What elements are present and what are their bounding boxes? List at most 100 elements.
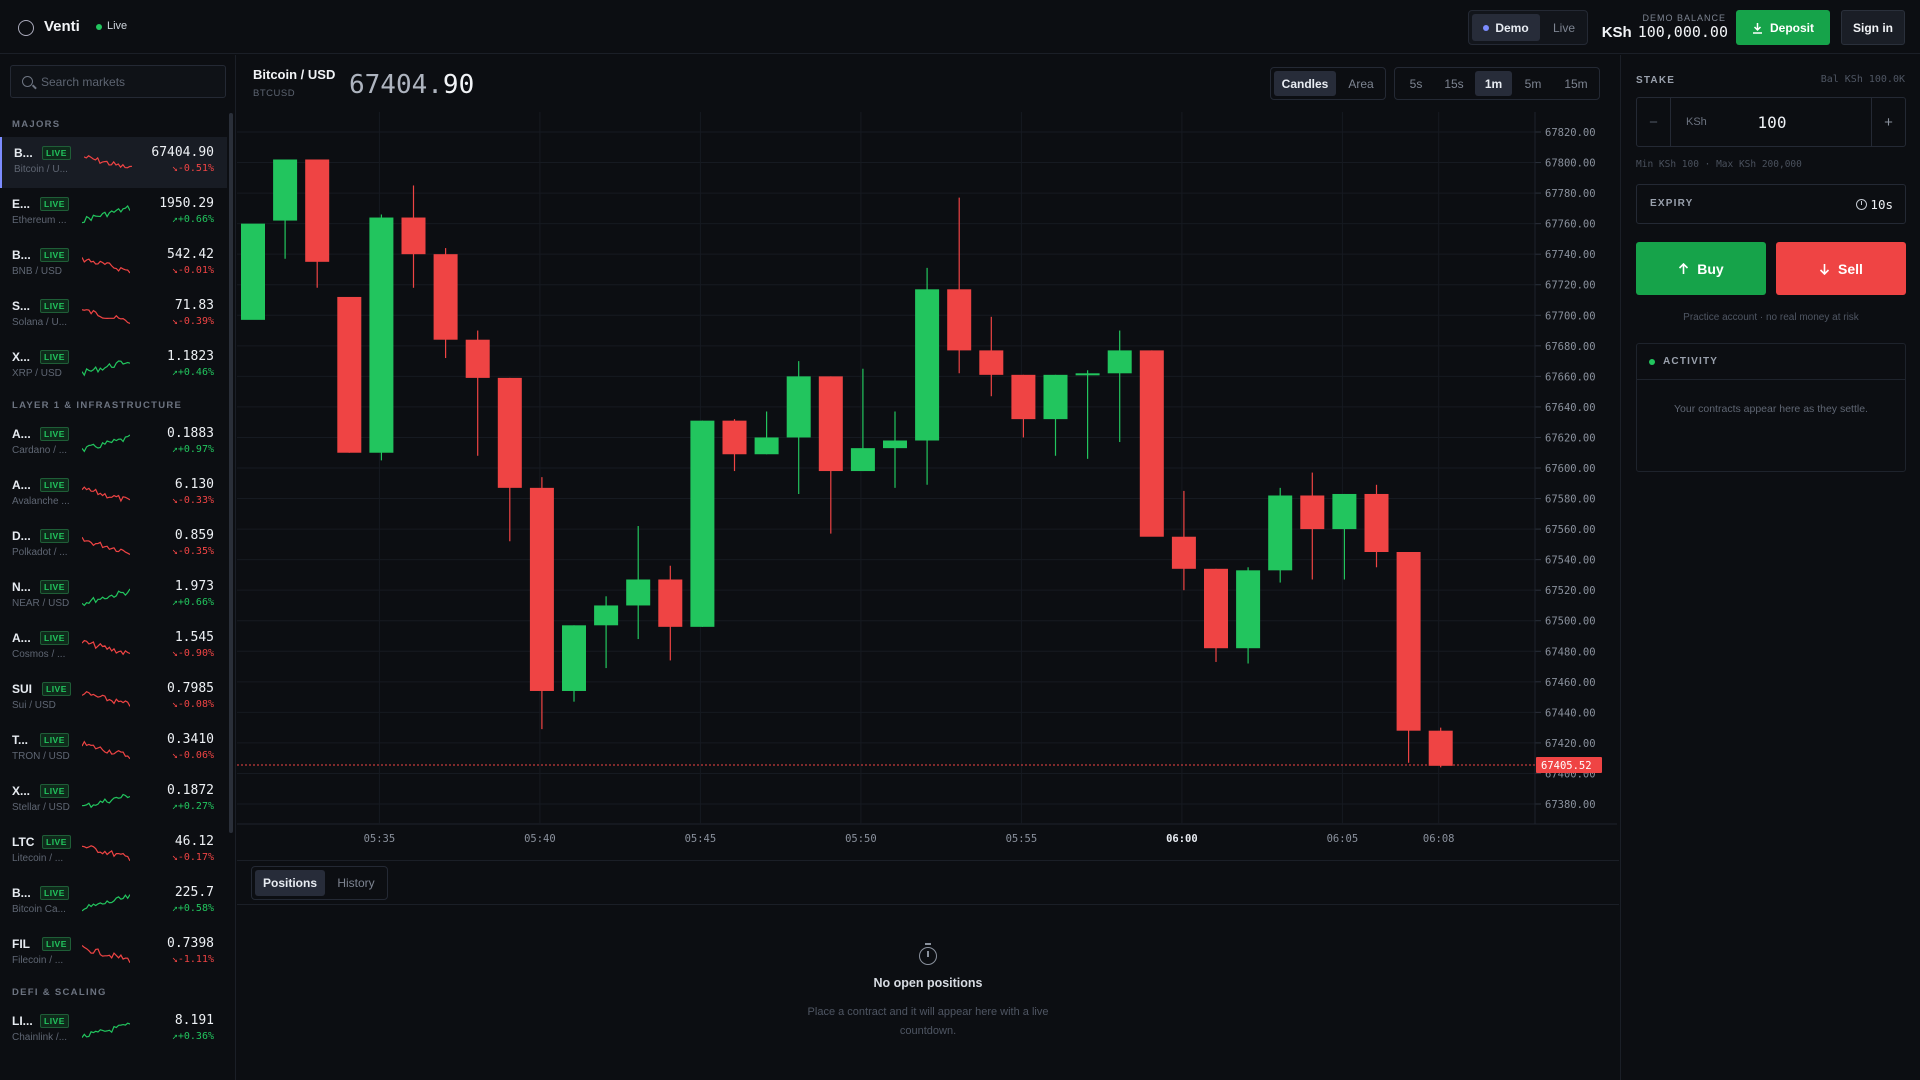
tab-history[interactable]: History bbox=[327, 870, 385, 896]
candle-body bbox=[497, 377, 522, 488]
candle-body bbox=[1332, 493, 1357, 530]
arrow-down-icon bbox=[1819, 263, 1830, 275]
y-tick-label: 67600.00 bbox=[1545, 463, 1596, 475]
mode-demo-button[interactable]: Demo bbox=[1472, 14, 1540, 41]
market-name: Chainlink /... bbox=[12, 1032, 68, 1043]
market-symbol: B... bbox=[12, 248, 31, 262]
market-row[interactable]: FIL LIVE Filecoin / ... 0.7398 ↘-1.11% bbox=[0, 928, 227, 979]
y-tick-label: 67700.00 bbox=[1545, 310, 1596, 322]
divider bbox=[237, 904, 1619, 905]
positions-panel: Positions History No open positions Plac… bbox=[237, 860, 1619, 1080]
timeframe-15m[interactable]: 15m bbox=[1555, 71, 1597, 96]
market-name: Bitcoin Ca... bbox=[12, 904, 66, 915]
candle-body bbox=[883, 440, 907, 449]
market-name: Cosmos / ... bbox=[12, 649, 66, 660]
candle-body bbox=[850, 448, 875, 472]
market-row[interactable]: A... LIVE Avalanche ... 6.130 ↘-0.33% bbox=[0, 469, 227, 520]
timeframe-5m[interactable]: 5m bbox=[1514, 71, 1552, 96]
x-tick-label: 05:35 bbox=[364, 833, 396, 845]
sparkline bbox=[82, 894, 130, 912]
market-name: Avalanche ... bbox=[12, 496, 70, 507]
deposit-button[interactable]: Deposit bbox=[1736, 10, 1830, 45]
y-tick-label: 67820.00 bbox=[1545, 127, 1596, 139]
market-change: ↘-0.01% bbox=[172, 265, 214, 276]
timeframe-1m[interactable]: 1m bbox=[1475, 71, 1512, 96]
timeframe-5s[interactable]: 5s bbox=[1398, 71, 1434, 96]
x-tick-label: 05:55 bbox=[1006, 833, 1038, 845]
candle-body bbox=[786, 376, 811, 438]
market-change-value: -0.35% bbox=[177, 546, 214, 557]
market-change-value: +0.27% bbox=[177, 801, 214, 812]
stake-input[interactable] bbox=[1717, 106, 1827, 138]
y-tick-label: 67680.00 bbox=[1545, 341, 1596, 353]
live-badge: LIVE bbox=[40, 197, 69, 211]
market-symbol: LI... bbox=[12, 1014, 33, 1028]
tab-candles[interactable]: Candles bbox=[1274, 71, 1336, 96]
y-tick-label: 67800.00 bbox=[1545, 158, 1596, 170]
market-change: ↘-0.17% bbox=[172, 852, 214, 863]
live-badge: LIVE bbox=[40, 529, 69, 543]
market-row[interactable]: B... LIVE BNB / USD 542.42 ↘-0.01% bbox=[0, 239, 227, 290]
stake-limits: Min KSh 100 · Max KSh 200,000 bbox=[1636, 159, 1802, 170]
market-name: Polkadot / ... bbox=[12, 547, 68, 558]
search-icon bbox=[22, 76, 33, 87]
market-row[interactable]: B... LIVE Bitcoin / U... 67404.90 ↘-0.51% bbox=[0, 137, 227, 188]
market-change: ↗+0.97% bbox=[172, 444, 214, 455]
market-name: Sui / USD bbox=[12, 700, 56, 711]
market-row[interactable]: LTC LIVE Litecoin / ... 46.12 ↘-0.17% bbox=[0, 826, 227, 877]
market-row[interactable]: X... LIVE Stellar / USD 0.1872 ↗+0.27% bbox=[0, 775, 227, 826]
candle-body bbox=[337, 296, 362, 453]
market-change: ↘-0.08% bbox=[172, 699, 214, 710]
market-row[interactable]: S... LIVE Solana / U... 71.83 ↘-0.39% bbox=[0, 290, 227, 341]
market-price: 0.7398 bbox=[167, 936, 214, 951]
market-row[interactable]: A... LIVE Cosmos / ... 1.545 ↘-0.90% bbox=[0, 622, 227, 673]
market-change-value: -0.90% bbox=[177, 648, 214, 659]
market-change: ↗+0.27% bbox=[172, 801, 214, 812]
sign-in-button[interactable]: Sign in bbox=[1841, 10, 1905, 45]
candle-body bbox=[818, 376, 843, 472]
sparkline-line bbox=[82, 360, 130, 377]
market-row[interactable]: N... LIVE NEAR / USD 1.973 ↗+0.66% bbox=[0, 571, 227, 622]
live-badge: LIVE bbox=[40, 427, 69, 441]
market-change-value: +0.97% bbox=[177, 444, 214, 455]
positions-tabs: Positions History bbox=[251, 866, 388, 900]
market-row[interactable]: B... LIVE Bitcoin Ca... 225.7 ↗+0.58% bbox=[0, 877, 227, 928]
market-row[interactable]: X... LIVE XRP / USD 1.1823 ↗+0.46% bbox=[0, 341, 227, 392]
mode-live-button[interactable]: Live bbox=[1543, 14, 1585, 41]
sell-button[interactable]: Sell bbox=[1776, 242, 1906, 295]
market-row[interactable]: E... LIVE Ethereum ... 1950.29 ↗+0.66% bbox=[0, 188, 227, 239]
x-tick-label: 06:00 bbox=[1166, 833, 1198, 845]
timeframe-15s[interactable]: 15s bbox=[1435, 71, 1473, 96]
tab-area[interactable]: Area bbox=[1338, 71, 1384, 96]
decrease-stake-button[interactable]: − bbox=[1637, 98, 1671, 146]
market-symbol: SUI bbox=[12, 682, 33, 696]
market-name: BNB / USD bbox=[12, 266, 63, 277]
market-row[interactable]: SUI LIVE Sui / USD 0.7985 ↘-0.08% bbox=[0, 673, 227, 724]
market-price: 1.1823 bbox=[167, 349, 214, 364]
live-status-label: Live bbox=[107, 20, 128, 32]
market-change: ↘-1.11% bbox=[172, 954, 214, 965]
buy-button[interactable]: Buy bbox=[1636, 242, 1766, 295]
market-symbol: N... bbox=[12, 580, 31, 594]
market-row[interactable]: LI... LIVE Chainlink /... 8.191 ↗+0.36% bbox=[0, 1005, 227, 1056]
market-symbol: X... bbox=[12, 784, 31, 798]
market-row[interactable]: A... LIVE Cardano / ... 0.1883 ↗+0.97% bbox=[0, 418, 227, 469]
y-tick-label: 67500.00 bbox=[1545, 616, 1596, 628]
increase-stake-button[interactable]: + bbox=[1871, 98, 1905, 146]
market-row[interactable]: D... LIVE Polkadot / ... 0.859 ↘-0.35% bbox=[0, 520, 227, 571]
y-tick-label: 67560.00 bbox=[1545, 524, 1596, 536]
market-symbol: B... bbox=[12, 886, 31, 900]
stopwatch-icon bbox=[919, 943, 937, 965]
y-tick-label: 67540.00 bbox=[1545, 555, 1596, 567]
live-badge: LIVE bbox=[40, 248, 69, 262]
search-input[interactable] bbox=[41, 66, 221, 97]
sidebar-scrollbar[interactable] bbox=[229, 113, 233, 833]
market-row[interactable]: T... LIVE TRON / USD 0.3410 ↘-0.06% bbox=[0, 724, 227, 775]
live-badge: LIVE bbox=[40, 350, 69, 364]
expiry-selector[interactable]: EXPIRY 10s bbox=[1636, 184, 1906, 224]
market-name: Stellar / USD bbox=[12, 802, 70, 813]
price-chart[interactable]: 67820.00 67800.00 67780.00 67760.00 67740.00… bbox=[237, 112, 1617, 852]
chart-type-toggle: Candles Area bbox=[1270, 67, 1386, 100]
tab-positions[interactable]: Positions bbox=[255, 870, 325, 896]
sparkline-line bbox=[82, 639, 130, 656]
